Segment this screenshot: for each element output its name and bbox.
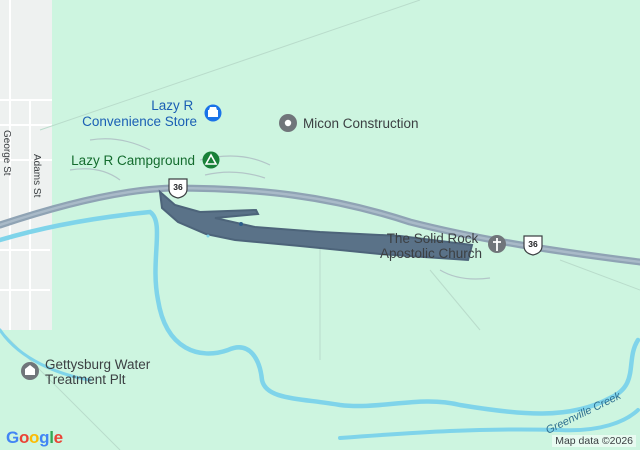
poi-water-plant[interactable]: Gettysburg Water Treatment Plt: [21, 357, 154, 387]
poi-lazy-r-store[interactable]: Lazy R Convenience Store: [82, 98, 222, 129]
poi-label: Micon Construction: [303, 116, 419, 131]
map-canvas[interactable]: 36 36 George St Adams St Greenville Cree…: [0, 0, 640, 450]
poi-label-line: Convenience Store: [82, 114, 197, 129]
poi-label: Lazy R Campground: [71, 153, 195, 168]
street-label-adams: Adams St: [31, 154, 42, 198]
logo-letter: g: [39, 428, 50, 447]
street-label-george: George St: [1, 130, 12, 176]
map-attribution[interactable]: Map data ©2026: [552, 435, 636, 447]
highlight-dot: [239, 222, 243, 226]
poi-label-line: The Solid Rock: [387, 231, 479, 246]
poi-label-line: Treatment Plt: [45, 372, 126, 387]
pin-icon-center: [284, 119, 292, 127]
poi-label: Lazy R Convenience Store: [82, 98, 197, 129]
poi-micon[interactable]: Micon Construction: [279, 114, 419, 132]
us36-shield-east-label: 36: [528, 239, 538, 249]
us36-shield-west: 36: [168, 178, 188, 199]
logo-letter: G: [6, 428, 19, 447]
us36-shield-west-label: 36: [173, 182, 183, 192]
us36-shield-east: 36: [523, 235, 543, 256]
shopping-icon-glyph: [208, 107, 218, 117]
poi-label: Gettysburg Water Treatment Plt: [45, 357, 154, 387]
google-logo[interactable]: Google: [6, 428, 63, 448]
poi-label-line: Lazy R: [151, 98, 193, 113]
poi-campground[interactable]: Lazy R Campground: [71, 151, 220, 169]
logo-letter: o: [18, 428, 30, 447]
highlight-dot-small: [206, 234, 210, 238]
poi-label-line: Apostolic Church: [380, 246, 482, 261]
poi-label: The Solid Rock Apostolic Church: [380, 231, 482, 261]
logo-letter: e: [53, 428, 63, 447]
poi-label-line: Gettysburg Water: [45, 357, 151, 372]
logo-letter: o: [29, 428, 40, 447]
